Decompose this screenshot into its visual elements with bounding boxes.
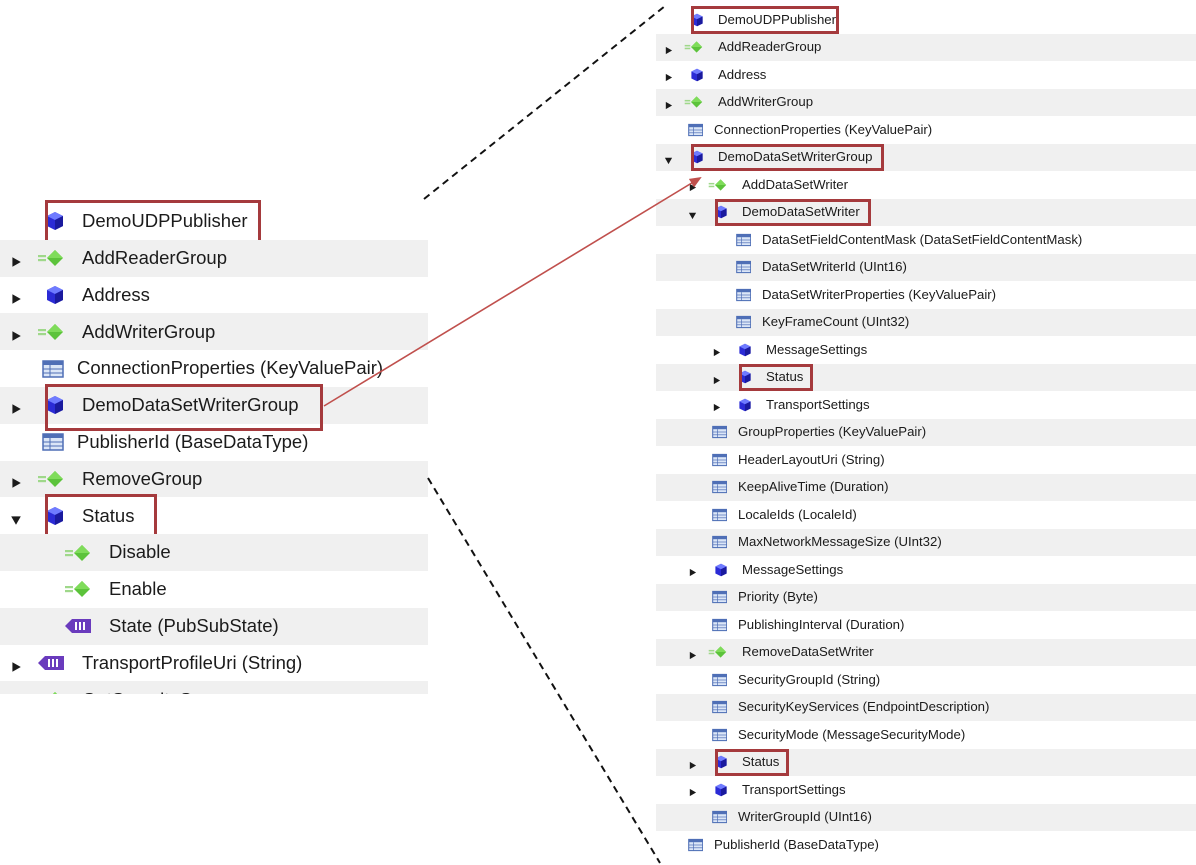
expand-arrow-right-icon[interactable] — [712, 400, 721, 415]
tree-node-label: WriterGroupId (UInt16) — [738, 809, 872, 825]
tree-row[interactable]: Address — [656, 61, 1196, 89]
tree-row[interactable]: TransportSettings — [656, 391, 1196, 419]
method-icon — [708, 645, 728, 662]
tree-node-label: PublisherId (BaseDataType) — [714, 836, 879, 852]
tree-node-label: TransportSettings — [742, 781, 846, 797]
tree-node-label: Priority (Byte) — [738, 589, 818, 605]
highlight-box — [739, 363, 814, 391]
tree-node-label: DataSetFieldContentMask (DataSetFieldCon… — [762, 231, 1083, 247]
object-icon — [738, 343, 752, 360]
variable-icon — [712, 425, 728, 442]
expand-arrow-right-icon[interactable] — [688, 785, 697, 800]
variable-icon — [712, 700, 728, 717]
expand-arrow-right-icon[interactable] — [712, 373, 721, 388]
tree-node-label: SecurityKeyServices (EndpointDescription… — [738, 699, 990, 715]
tree-node-label: MessageSettings — [766, 341, 868, 357]
tree-node-label: MessageSettings — [742, 561, 844, 577]
variable-icon — [712, 673, 728, 690]
method-icon — [684, 95, 704, 112]
expand-arrow-right-icon[interactable] — [664, 43, 673, 58]
expand-arrow-right-icon[interactable] — [688, 648, 697, 663]
highlight-box — [691, 143, 884, 171]
tree-row[interactable]: LocaleIds (LocaleId) — [656, 501, 1196, 529]
variable-icon — [712, 810, 728, 827]
tree-row[interactable]: DataSetWriterId (UInt16) — [656, 253, 1196, 281]
tree-row[interactable]: SecurityKeyServices (EndpointDescription… — [656, 693, 1196, 721]
tree-node-label: GroupProperties (KeyValuePair) — [738, 424, 927, 440]
method-icon — [708, 178, 728, 195]
tree-row[interactable]: DataSetFieldContentMask (DataSetFieldCon… — [656, 226, 1196, 254]
variable-icon — [712, 480, 728, 497]
expand-arrow-right-icon[interactable] — [664, 98, 673, 113]
variable-icon — [688, 838, 704, 855]
tree-row[interactable]: PublishingInterval (Duration) — [656, 611, 1196, 639]
tree-node-label: DataSetWriterProperties (KeyValuePair) — [762, 286, 997, 302]
tree-row[interactable]: HeaderLayoutUri (String) — [656, 446, 1196, 474]
object-icon — [714, 563, 728, 580]
object-icon — [738, 398, 752, 415]
variable-icon — [736, 260, 752, 277]
tree-node-label: TransportSettings — [766, 396, 870, 412]
highlight-box — [715, 198, 871, 226]
tree-row[interactable]: SecurityMode (MessageSecurityMode) — [656, 721, 1196, 749]
object-icon — [690, 68, 704, 85]
variable-icon — [712, 590, 728, 607]
highlight-box — [691, 6, 840, 34]
method-icon — [684, 40, 704, 57]
tree-node-label: KeyFrameCount (UInt32) — [762, 314, 910, 330]
variable-icon — [712, 453, 728, 470]
tree-node-label: LocaleIds (LocaleId) — [738, 506, 857, 522]
tree-node-label: DataSetWriterId (UInt16) — [762, 259, 907, 275]
expand-arrow-right-icon[interactable] — [688, 758, 697, 773]
variable-icon — [688, 123, 704, 140]
expand-arrow-right-icon[interactable] — [664, 70, 673, 85]
tree-row[interactable]: KeyFrameCount (UInt32) — [656, 308, 1196, 336]
tree-row[interactable]: PublisherId (BaseDataType) — [656, 831, 1196, 859]
tree-node-label: HeaderLayoutUri (String) — [738, 451, 885, 467]
tree-row[interactable]: WriterGroupId (UInt16) — [656, 803, 1196, 831]
tree-row[interactable]: Priority (Byte) — [656, 583, 1196, 611]
tree-row[interactable]: Status — [656, 363, 1196, 391]
variable-icon — [712, 728, 728, 745]
highlight-box — [715, 748, 790, 776]
tree-row[interactable]: TransportSettings — [656, 776, 1196, 804]
variable-icon — [712, 508, 728, 525]
tree-row[interactable]: GroupProperties (KeyValuePair) — [656, 418, 1196, 446]
variable-icon — [736, 288, 752, 305]
tree-node-label: KeepAliveTime (Duration) — [738, 479, 889, 495]
tree-row[interactable]: MessageSettings — [656, 556, 1196, 584]
variable-icon — [736, 233, 752, 250]
expand-arrow-right-icon[interactable] — [688, 565, 697, 580]
expand-arrow-down-icon[interactable] — [688, 208, 697, 223]
tree-row[interactable]: MessageSettings — [656, 336, 1196, 364]
tree-node-label: Address — [718, 66, 767, 82]
tree-row[interactable]: KeepAliveTime (Duration) — [656, 473, 1196, 501]
tree-row[interactable]: DataSetWriterProperties (KeyValuePair) — [656, 281, 1196, 309]
tree-node-label: ConnectionProperties (KeyValuePair) — [714, 121, 933, 137]
variable-icon — [736, 315, 752, 332]
variable-icon — [712, 535, 728, 552]
tree-node-label: AddWriterGroup — [718, 94, 814, 110]
tree-row[interactable]: AddReaderGroup — [656, 33, 1196, 61]
expand-arrow-down-icon[interactable] — [664, 153, 673, 168]
tree-node-label: SecurityMode (MessageSecurityMode) — [738, 726, 966, 742]
tree-row[interactable]: ConnectionProperties (KeyValuePair) — [656, 116, 1196, 144]
tree-row[interactable]: MaxNetworkMessageSize (UInt32) — [656, 528, 1196, 556]
expand-arrow-right-icon[interactable] — [712, 345, 721, 360]
variable-icon — [712, 618, 728, 635]
tree-row[interactable]: RemoveDataSetWriter — [656, 638, 1196, 666]
tree-node-label: SecurityGroupId (String) — [738, 671, 881, 687]
right-tree: DemoUDPPublisher AddReaderGroup Address … — [0, 0, 1196, 865]
tree-node-label: AddDataSetWriter — [742, 176, 849, 192]
tree-node-label: AddReaderGroup — [718, 39, 822, 55]
expand-arrow-right-icon[interactable] — [688, 180, 697, 195]
tree-row[interactable]: SecurityGroupId (String) — [656, 666, 1196, 694]
tree-row[interactable]: AddWriterGroup — [656, 88, 1196, 116]
tree-row[interactable]: AddDataSetWriter — [656, 171, 1196, 199]
tree-node-label: MaxNetworkMessageSize (UInt32) — [738, 534, 942, 550]
object-icon — [714, 783, 728, 800]
tree-node-label: RemoveDataSetWriter — [742, 644, 874, 660]
tree-node-label: PublishingInterval (Duration) — [738, 616, 905, 632]
